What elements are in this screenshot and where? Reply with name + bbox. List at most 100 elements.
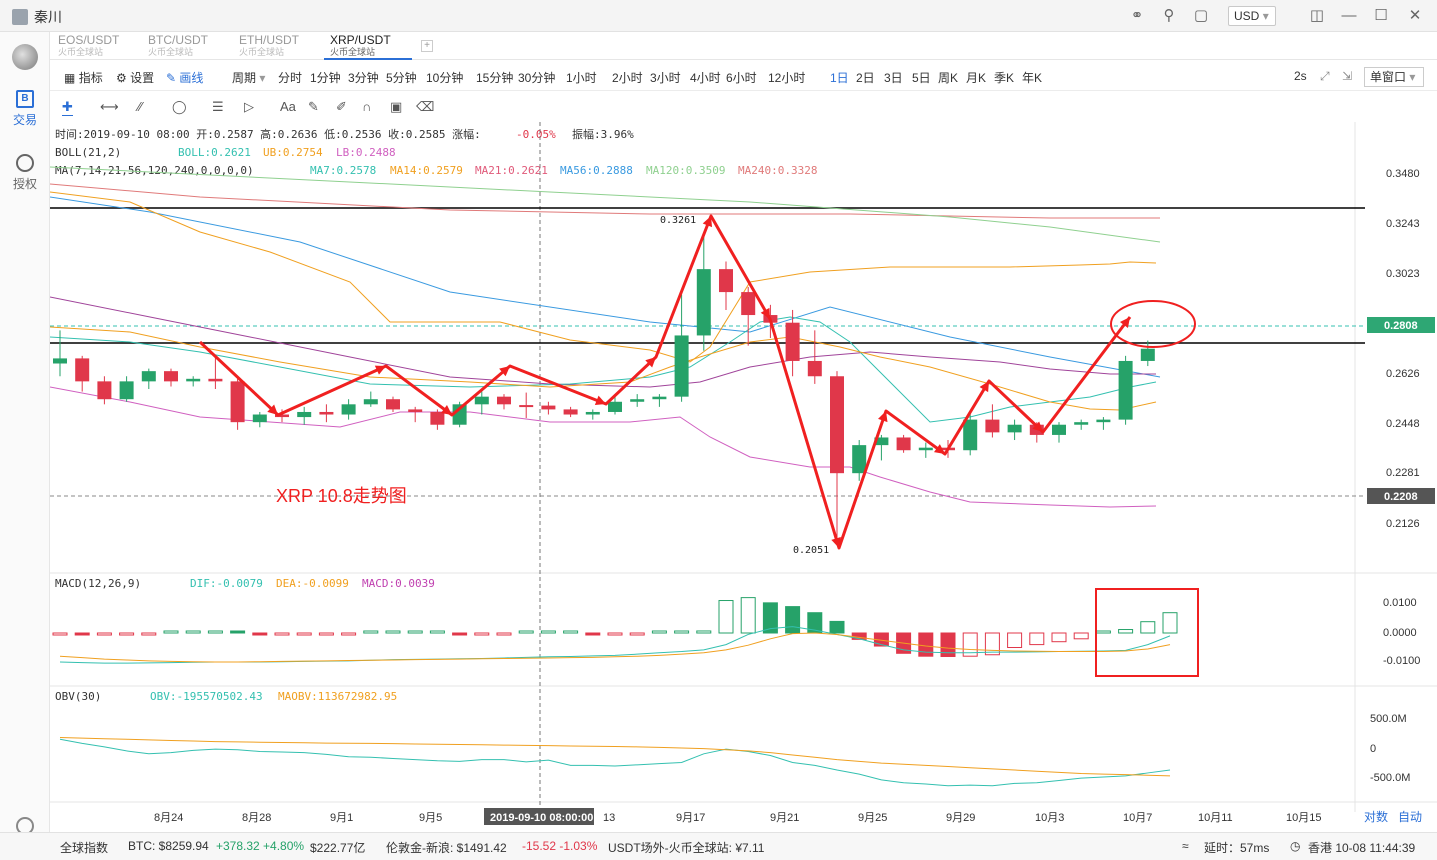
draw-label: 画线 <box>179 71 204 85</box>
sidebar-item-trade[interactable]: B 交易 <box>0 90 50 128</box>
dif-line <box>59 626 1171 664</box>
tab-eos[interactable]: EOS/USDT 火币全球站 <box>52 34 140 60</box>
add-tab-button[interactable]: + <box>421 40 433 52</box>
wifi-icon: ≈ <box>1182 839 1189 853</box>
macd-axis-label: -0.0100 <box>1383 655 1420 667</box>
interval-6[interactable]: 30分钟 <box>518 69 555 86</box>
ma240-line <box>50 183 1160 219</box>
crosshair-icon[interactable]: ✚ <box>62 99 73 116</box>
interval-18[interactable]: 月K <box>966 69 986 86</box>
candle-body <box>386 399 400 410</box>
window-mode-select[interactable]: 单窗口 ▾ <box>1364 67 1424 87</box>
fullscreen-icon[interactable]: ⤢ <box>1320 69 1330 84</box>
macd-bar <box>1118 629 1134 634</box>
price-axis-label: 0.3480 <box>1386 168 1420 180</box>
close-icon[interactable]: ✕ <box>1406 7 1424 25</box>
date-axis-label: 9月1 <box>330 812 353 824</box>
chart-annotation: XRP 10.8走势图 <box>276 486 407 506</box>
interval-1[interactable]: 1分钟 <box>310 69 341 86</box>
minimize-icon[interactable]: — <box>1340 7 1358 25</box>
interval-12[interactable]: 12小时 <box>768 69 805 86</box>
interval-10[interactable]: 4小时 <box>690 69 721 86</box>
candle-body <box>608 401 622 412</box>
macd-bar <box>96 632 112 636</box>
ub-line <box>50 191 1157 363</box>
interval-17[interactable]: 周K <box>938 69 958 86</box>
macd-bar <box>1029 632 1045 646</box>
title-bar: 秦川 ⚭ ⚲ ▢ USD ▾ ◫ — ☐ ✕ <box>0 0 1437 32</box>
popout-icon[interactable]: ⇲ <box>1342 69 1352 83</box>
trash-icon[interactable]: ⌫ <box>416 99 434 115</box>
search-icon[interactable]: ⚲ <box>1160 7 1178 25</box>
macd-bar <box>540 630 556 634</box>
candle-body <box>97 381 112 400</box>
interval-19[interactable]: 季K <box>994 69 1014 86</box>
tab-btc[interactable]: BTC/USDT 火币全球站 <box>142 34 230 60</box>
candle-body <box>408 409 423 412</box>
chart-area[interactable]: 时间:2019-09-10 08:00 开:0.2587 高:0.2636 低:… <box>50 122 1437 832</box>
boll-ub: UB:0.2754 <box>263 146 323 159</box>
tab-exchange: 火币全球站 <box>330 47 376 57</box>
candle-body <box>430 411 445 425</box>
interval-15[interactable]: 3日 <box>884 69 903 86</box>
interval-5[interactable]: 15分钟 <box>476 69 513 86</box>
lock-icon[interactable]: ▣ <box>390 99 402 115</box>
candle-body <box>830 376 844 474</box>
interval-11[interactable]: 6小时 <box>726 69 757 86</box>
macd-bar <box>629 632 645 636</box>
interval-13[interactable]: 1日 <box>830 69 849 86</box>
date-axis-label: 13 <box>603 812 615 824</box>
triangle-icon[interactable]: ▷ <box>244 99 254 115</box>
bell-icon[interactable]: ⚭ <box>1128 7 1146 25</box>
interval-7[interactable]: 1小时 <box>566 69 597 86</box>
macd-bar <box>274 632 290 636</box>
tab-xrp[interactable]: XRP/USDT 火币全球站 <box>324 34 412 60</box>
magnet-icon[interactable]: ∩ <box>362 99 371 114</box>
ruler-icon[interactable]: ✎ <box>308 99 319 115</box>
candle-body <box>252 414 267 423</box>
tab-eth[interactable]: ETH/USDT 火币全球站 <box>233 34 321 60</box>
low-price-label: 0.2051 <box>793 545 829 556</box>
macd-bar <box>207 630 223 634</box>
macd-bar <box>563 630 579 634</box>
candle-body <box>585 411 600 415</box>
app-logo-icon <box>12 44 38 70</box>
interval-3[interactable]: 5分钟 <box>386 69 417 86</box>
date-axis-label: 8月24 <box>154 812 183 824</box>
interval-20[interactable]: 年K <box>1022 69 1042 86</box>
date-axis-label: 10月3 <box>1035 812 1064 824</box>
tab-pair: BTC/USDT <box>148 33 208 47</box>
macd-bar <box>119 632 135 636</box>
interval-0[interactable]: 分时 <box>278 69 302 86</box>
user-account[interactable]: 秦川 <box>12 7 62 27</box>
maximize-icon[interactable]: ☐ <box>1372 7 1390 25</box>
candle-body <box>963 419 978 451</box>
layout-icon[interactable]: ◫ <box>1308 7 1326 25</box>
indicator-button[interactable]: ▦ 指标 <box>64 69 103 86</box>
draw-button[interactable]: ✎ 画线 <box>166 69 203 86</box>
candle-body <box>652 396 667 400</box>
parallel-lines-icon[interactable]: ⁄⁄ <box>138 99 142 114</box>
ma56-value: MA56:0.2888 <box>560 164 633 177</box>
currency-select[interactable]: USD ▾ <box>1228 6 1276 26</box>
interval-16[interactable]: 5日 <box>912 69 931 86</box>
refresh-rate[interactable]: 2s <box>1294 69 1307 83</box>
macd-bar <box>674 630 690 634</box>
list-icon[interactable]: ☰ <box>212 99 224 115</box>
global-index-label: 全球指数 <box>60 841 109 855</box>
interval-2[interactable]: 3分钟 <box>348 69 379 86</box>
candle-body <box>741 292 756 316</box>
interval-9[interactable]: 3小时 <box>650 69 681 86</box>
horizontal-line-icon[interactable]: ⟷ <box>100 99 119 115</box>
interval-8[interactable]: 2小时 <box>612 69 643 86</box>
brush-icon[interactable]: ✐ <box>336 99 347 115</box>
tshirt-icon[interactable]: ▢ <box>1192 7 1210 25</box>
candle-body <box>674 335 689 397</box>
settings-button[interactable]: ⚙ 设置 <box>116 69 154 86</box>
text-tool-icon[interactable]: Aa <box>280 99 296 114</box>
interval-4[interactable]: 10分钟 <box>426 69 463 86</box>
sidebar-item-auth[interactable]: 授权 <box>0 154 50 192</box>
circle-icon[interactable]: ◯ <box>172 99 187 115</box>
interval-14[interactable]: 2日 <box>856 69 875 86</box>
ma120-line <box>50 166 1161 243</box>
